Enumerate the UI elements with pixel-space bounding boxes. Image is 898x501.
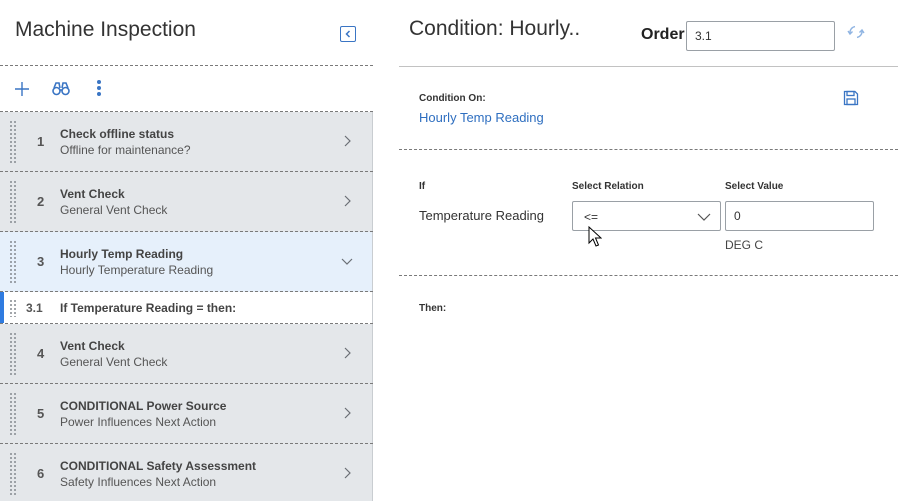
divider: [399, 149, 898, 150]
condition-panel: Condition: Hourly.. Order Condition On: …: [373, 0, 898, 501]
drag-handle-icon[interactable]: [9, 120, 17, 164]
value-input[interactable]: [725, 201, 874, 231]
step-title: Check offline status: [60, 127, 175, 141]
then-label: Then:: [419, 303, 447, 314]
step-number: 3: [37, 254, 45, 269]
step-item-1[interactable]: 1 Check offline status Offline for maint…: [0, 112, 373, 172]
chevron-right-icon[interactable]: [340, 466, 354, 480]
condition-title: Condition: Hourly..: [409, 17, 581, 40]
condition-on-link[interactable]: Hourly Temp Reading: [419, 110, 544, 125]
step-title: Hourly Temp Reading: [60, 247, 184, 261]
machine-inspection-panel: Machine Inspection 1 Check offline statu…: [0, 0, 373, 501]
refresh-icon[interactable]: [847, 24, 865, 40]
step-title: CONDITIONAL Safety Assessment: [60, 459, 257, 473]
substep-title: If Temperature Reading = then:: [60, 301, 237, 315]
chevron-right-icon[interactable]: [340, 406, 354, 420]
drag-handle-icon[interactable]: [9, 392, 17, 436]
drag-handle-icon[interactable]: [9, 332, 17, 376]
select-relation-label: Select Relation: [572, 181, 644, 192]
if-field-name: Temperature Reading: [419, 208, 545, 223]
toolbar: [0, 66, 373, 112]
panel-title: Machine Inspection: [15, 18, 196, 41]
divider: [399, 275, 898, 276]
chevron-down-icon[interactable]: [340, 254, 354, 268]
step-item-3[interactable]: 3 Hourly Temp Reading Hourly Temperature…: [0, 232, 373, 292]
condition-on-label: Condition On:: [419, 93, 486, 104]
save-icon[interactable]: [843, 90, 859, 106]
header-divider: [399, 66, 898, 67]
step-item-5[interactable]: 5 CONDITIONAL Power Source Power Influen…: [0, 384, 373, 444]
substep-item-3-1[interactable]: 3.1 If Temperature Reading = then:: [0, 292, 373, 324]
step-number: 1: [37, 134, 45, 149]
binoculars-icon[interactable]: [50, 78, 72, 100]
order-label: Order: [641, 26, 685, 43]
drag-handle-icon[interactable]: [9, 299, 17, 317]
step-item-6[interactable]: 6 CONDITIONAL Safety Assessment Safety I…: [0, 444, 373, 501]
unit-label: DEG C: [725, 238, 764, 252]
step-subtitle: General Vent Check: [60, 355, 168, 369]
step-number: 4: [37, 346, 45, 361]
chevron-right-icon[interactable]: [340, 346, 354, 360]
step-subtitle: Safety Influences Next Action: [60, 475, 217, 489]
step-title: Vent Check: [60, 339, 125, 353]
drag-handle-icon[interactable]: [9, 180, 17, 224]
chevron-down-icon: [697, 213, 711, 221]
more-vertical-icon[interactable]: [88, 78, 110, 100]
step-number: 5: [37, 406, 45, 421]
step-title: CONDITIONAL Power Source: [60, 399, 227, 413]
step-subtitle: Power Influences Next Action: [60, 415, 217, 429]
step-subtitle: General Vent Check: [60, 203, 168, 217]
step-item-4[interactable]: 4 Vent Check General Vent Check: [0, 324, 373, 384]
select-value-label: Select Value: [725, 181, 784, 192]
drag-handle-icon[interactable]: [9, 240, 17, 284]
drag-handle-icon[interactable]: [9, 452, 17, 496]
step-number: 2: [37, 194, 45, 209]
step-number: 6: [37, 466, 45, 481]
step-item-2[interactable]: 2 Vent Check General Vent Check: [0, 172, 373, 232]
step-subtitle: Hourly Temperature Reading: [60, 263, 214, 277]
substep-number: 3.1: [26, 301, 43, 315]
step-title: Vent Check: [60, 187, 125, 201]
chevron-right-icon[interactable]: [340, 194, 354, 208]
add-icon[interactable]: [11, 78, 33, 100]
selected-indicator: [0, 292, 4, 323]
step-subtitle: Offline for maintenance?: [60, 143, 191, 157]
relation-selected-value: <=: [584, 210, 599, 224]
order-input[interactable]: [686, 21, 835, 51]
if-label: If: [419, 181, 426, 192]
mouse-cursor-icon: [588, 226, 602, 247]
collapse-panel-icon[interactable]: [340, 26, 356, 42]
chevron-right-icon[interactable]: [340, 134, 354, 148]
step-list: 1 Check offline status Offline for maint…: [0, 112, 373, 501]
